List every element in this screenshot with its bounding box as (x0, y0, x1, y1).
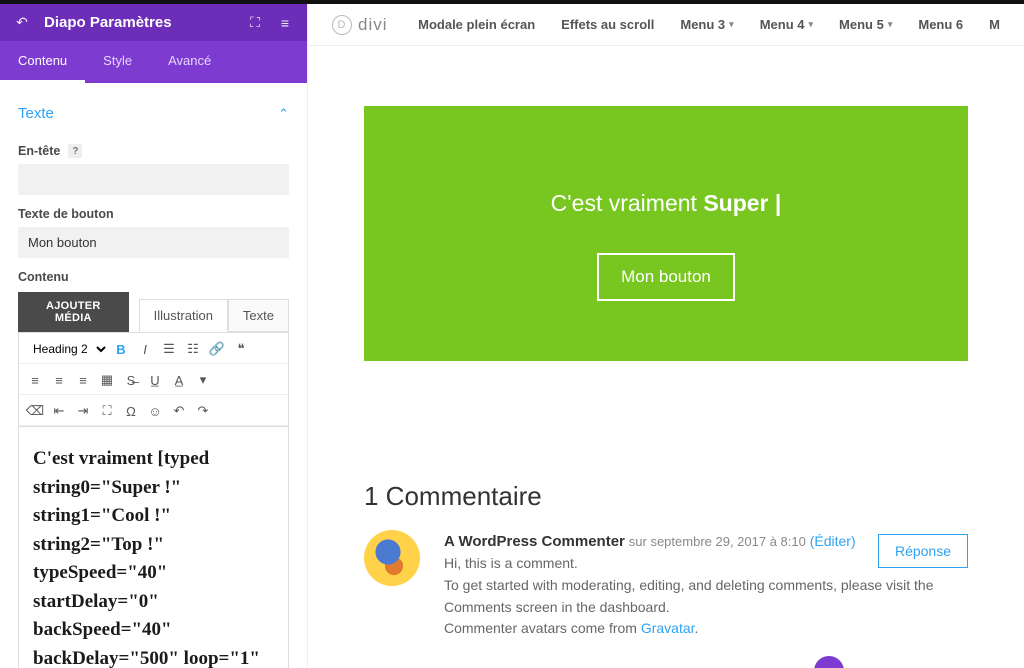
undo-icon[interactable]: ↶ (168, 400, 190, 422)
more-icon[interactable]: ▾ (192, 369, 214, 391)
hero-button[interactable]: Mon bouton (597, 253, 735, 301)
nav-item-modale[interactable]: Modale plein écran (418, 17, 535, 32)
nav-item-effets[interactable]: Effets au scroll (561, 17, 654, 32)
table-icon[interactable]: ▦ (96, 369, 118, 391)
settings-sidebar: ↶ Diapo Paramètres ⛶ ≡ Contenu Style Ava… (0, 4, 308, 668)
fullscreen-icon[interactable]: ⛶ (96, 400, 118, 422)
comment-line: To get started with moderating, editing,… (444, 575, 968, 618)
logo[interactable]: D divi (332, 15, 388, 35)
editor-tab-text[interactable]: Texte (228, 299, 289, 332)
clear-format-icon[interactable]: ⌫ (24, 400, 46, 422)
quote-icon[interactable]: ❝ (230, 338, 252, 360)
chevron-down-icon: ▾ (729, 19, 734, 30)
indent-icon[interactable]: ⇥ (72, 400, 94, 422)
add-media-button[interactable]: AJOUTER MÉDIA (18, 292, 129, 332)
align-center-icon[interactable]: ≡ (48, 369, 70, 391)
align-left-icon[interactable]: ≡ (24, 369, 46, 391)
nav-item-menu5[interactable]: Menu 5▾ (839, 17, 892, 32)
sidebar-title: Diapo Paramètres (44, 14, 233, 31)
tab-advanced[interactable]: Avancé (150, 41, 229, 83)
site-nav: D divi Modale plein écran Effets au scro… (308, 4, 1024, 46)
italic-icon[interactable]: I (134, 338, 156, 360)
chevron-down-icon: ▾ (809, 19, 814, 30)
nav-item-more[interactable]: M (989, 17, 1000, 32)
redo-icon[interactable]: ↷ (192, 400, 214, 422)
bold-icon[interactable]: B (110, 338, 132, 360)
nav-item-menu6[interactable]: Menu 6 (918, 17, 963, 32)
comment-edit-link[interactable]: (Éditer) (810, 533, 856, 549)
text-color-icon[interactable]: A̲ (168, 369, 190, 391)
nav-item-menu4[interactable]: Menu 4▾ (760, 17, 813, 32)
comment-meta: sur septembre 29, 2017 à 8:10 (629, 534, 806, 549)
label-header: En-tête ? (18, 144, 289, 158)
header-input[interactable] (18, 164, 289, 195)
chevron-up-icon: ⌃ (278, 106, 289, 122)
comment-author[interactable]: A WordPress Commenter (444, 533, 625, 550)
help-icon[interactable]: ? (68, 144, 82, 158)
sidebar-header: ↶ Diapo Paramètres ⛶ ≡ (0, 4, 307, 41)
tab-content[interactable]: Contenu (0, 41, 85, 83)
chevron-down-icon: ▾ (888, 19, 893, 30)
comment-item: A WordPress Commenter sur septembre 29, … (364, 530, 968, 640)
editor-tab-visual[interactable]: Illustration (139, 299, 228, 332)
expand-icon[interactable]: ⛶ (247, 15, 263, 31)
avatar (364, 530, 420, 586)
sidebar-tabs: Contenu Style Avancé (0, 41, 307, 83)
content-editor[interactable]: C'est vraiment [typed string0="Super !" … (18, 426, 289, 668)
reply-button[interactable]: Réponse (878, 534, 968, 568)
comment-line: Commenter avatars come from Gravatar. (444, 618, 968, 640)
editor-toolbar: Heading 2 B I ☰ ☷ 🔗 ❝ ≡ ≡ ≡ ▦ S̶ U̲ A̲ ▾ (18, 332, 289, 426)
tab-style[interactable]: Style (85, 41, 150, 83)
strike-icon[interactable]: S̶ (120, 369, 142, 391)
section-text-label: Texte (18, 105, 54, 122)
link-icon[interactable]: 🔗 (206, 338, 228, 360)
align-right-icon[interactable]: ≡ (72, 369, 94, 391)
hero-slide: C'est vraiment Super | Mon bouton (364, 106, 968, 361)
label-content: Contenu (18, 270, 289, 284)
hero-text: C'est vraiment Super | (384, 190, 948, 217)
underline-icon[interactable]: U̲ (144, 369, 166, 391)
preview-area: D divi Modale plein écran Effets au scro… (308, 4, 1024, 668)
number-list-icon[interactable]: ☷ (182, 338, 204, 360)
back-icon[interactable]: ↶ (14, 15, 30, 31)
format-select[interactable]: Heading 2 (23, 338, 109, 360)
nav-item-menu3[interactable]: Menu 3▾ (680, 17, 733, 32)
comments-title: 1 Commentaire (364, 481, 968, 512)
bullet-list-icon[interactable]: ☰ (158, 338, 180, 360)
label-button-text: Texte de bouton (18, 207, 289, 221)
outdent-icon[interactable]: ⇤ (48, 400, 70, 422)
button-text-input[interactable] (18, 227, 289, 258)
comments-section: 1 Commentaire A WordPress Commenter sur … (364, 481, 968, 640)
menu-icon[interactable]: ≡ (277, 15, 293, 31)
omega-icon[interactable]: Ω (120, 400, 142, 422)
section-text-toggle[interactable]: Texte ⌃ (18, 97, 289, 132)
gravatar-link[interactable]: Gravatar (641, 620, 695, 636)
emoji-icon[interactable]: ☺ (144, 400, 166, 422)
logo-icon: D (332, 15, 352, 35)
